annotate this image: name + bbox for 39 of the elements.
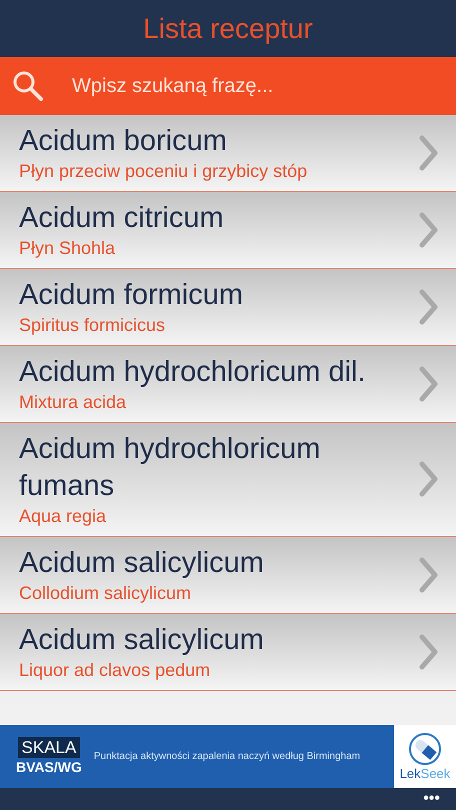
recipe-name: Acidum salicylicum bbox=[19, 546, 265, 581]
chevron-icon bbox=[418, 366, 438, 402]
recipe-item[interactable]: Acidum hydrochloricum fumans Aqua regia bbox=[0, 423, 456, 537]
chevron-icon bbox=[418, 134, 438, 170]
search-field[interactable]: Wpisz szukaną frazę... bbox=[0, 57, 456, 115]
recipe-name: Acidum formicum bbox=[19, 278, 244, 313]
recipe-item[interactable]: Acidum formicum Spiritus formicicus bbox=[0, 269, 456, 346]
ad-badge-top: SKALA bbox=[18, 737, 80, 758]
recipe-name: Acidum hydrochloricum dil. bbox=[19, 355, 367, 390]
more-button[interactable]: ••• bbox=[423, 791, 440, 807]
chevron-icon bbox=[418, 556, 438, 592]
recipe-name: Acidum hydrochloricum fumans bbox=[19, 432, 322, 504]
recipe-subtitle: Płyn Shohla bbox=[19, 237, 116, 259]
recipe-subtitle: Mixtura acida bbox=[19, 391, 128, 413]
recipe-subtitle: Liquor ad clavos pedum bbox=[19, 659, 212, 681]
recipe-subtitle: Collodium salicylicum bbox=[19, 582, 192, 604]
chevron-icon bbox=[418, 634, 438, 670]
page-title: Lista receptur bbox=[143, 12, 313, 46]
search-icon[interactable] bbox=[12, 70, 44, 102]
recipe-subtitle: Aqua regia bbox=[19, 505, 108, 527]
chevron-icon bbox=[418, 288, 438, 324]
brand-logo-text: LekSeek bbox=[400, 766, 450, 781]
recipe-item[interactable]: Acidum hydrochloricum dil. Mixtura acida bbox=[0, 346, 456, 423]
search-input[interactable]: Wpisz szukaną frazę... bbox=[72, 71, 444, 101]
recipe-subtitle: Spiritus formicicus bbox=[19, 314, 166, 336]
recipe-name: Acidum salicylicum bbox=[19, 623, 265, 658]
ad-banner[interactable]: SKALA BVAS/WG Punktacja aktywności zapalenia naczyń według Birmingham LekSeek bbox=[0, 725, 456, 788]
recipe-item[interactable]: Acidum citricum Płyn Shohla bbox=[0, 192, 456, 269]
recipe-name: Acidum citricum bbox=[19, 201, 225, 236]
ad-badge-bottom: BVAS/WG bbox=[16, 758, 82, 776]
recipe-item[interactable]: Acidum boricum Płyn przeciw poceniu i grzybicy stóp bbox=[0, 115, 456, 192]
recipe-subtitle: Płyn przeciw poceniu i grzybicy stóp bbox=[19, 160, 308, 182]
chevron-icon bbox=[418, 461, 438, 497]
ad-text: Punktacja aktywności zapalenia naczyń według Birmingham bbox=[94, 750, 360, 764]
chevron-icon bbox=[418, 212, 438, 248]
recipe-name: Acidum boricum bbox=[19, 124, 228, 159]
recipe-item[interactable]: Acidum salicylicum Collodium salicylicum bbox=[0, 537, 456, 614]
pill-icon bbox=[408, 732, 442, 766]
recipe-item[interactable]: Acidum salicylicum Liquor ad clavos pedum bbox=[0, 614, 456, 691]
